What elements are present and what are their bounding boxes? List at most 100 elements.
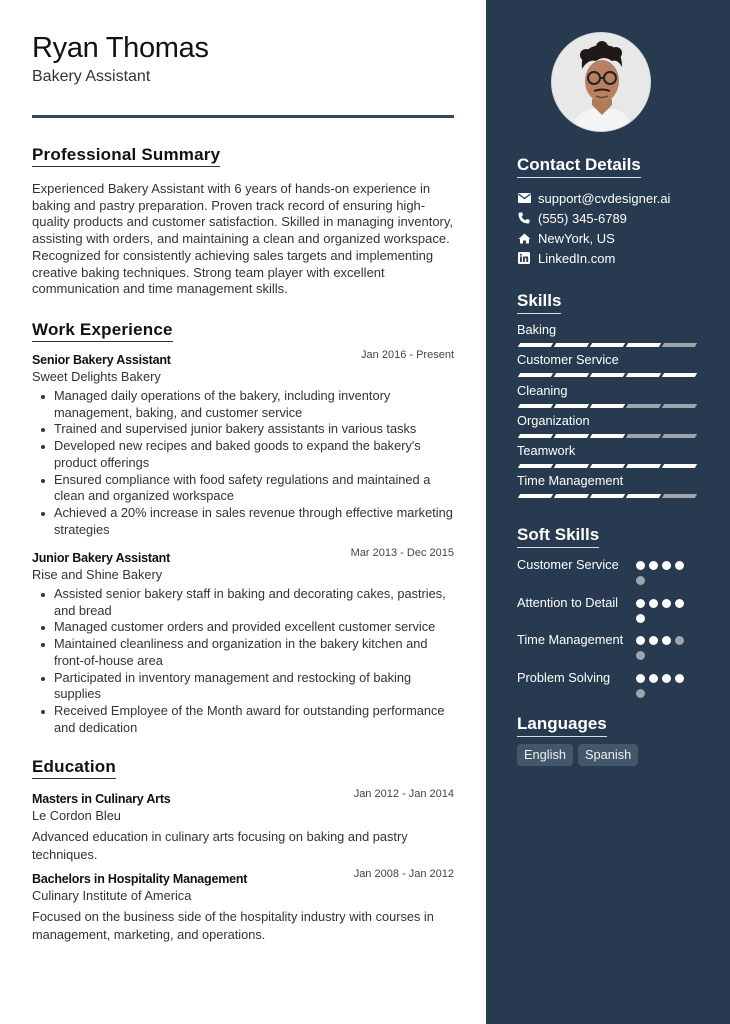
summary-text: Experienced Bakery Assistant with 6 year…: [32, 181, 454, 297]
rating-dot-empty: [636, 689, 645, 698]
soft-skill-rating: [636, 636, 692, 660]
experience-role: Senior Bakery Assistant: [32, 353, 171, 367]
skill-segment-filled: [517, 343, 554, 347]
bullet-item: Managed daily operations of the bakery, …: [41, 388, 454, 421]
experience-bullets: Assisted senior bakery staff in baking a…: [32, 586, 454, 736]
contact-phone[interactable]: (555) 345-6789: [517, 209, 627, 227]
contact-email-text: support@cvdesigner.ai: [538, 190, 671, 206]
skill-item: Cleaning: [517, 383, 699, 408]
candidate-name: Ryan Thomas: [32, 32, 209, 64]
skill-level-bar: [517, 434, 699, 438]
skill-segment-filled: [661, 373, 698, 377]
phone-icon: [517, 211, 531, 225]
bullet-item: Participated in inventory management and…: [41, 670, 454, 703]
rating-dot-filled: [662, 636, 671, 645]
skill-level-bar: [517, 343, 699, 347]
person-avatar-icon: [552, 33, 650, 131]
soft-skill-rating: [636, 674, 692, 698]
education-entry: Masters in Culinary Arts Jan 2012 - Jan …: [32, 788, 454, 864]
experience-dates: Jan 2016 - Present: [361, 349, 454, 361]
skill-label: Baking: [517, 322, 557, 337]
skill-segment-empty: [661, 404, 698, 408]
skill-level-bar: [517, 494, 699, 498]
rating-dot-filled: [636, 561, 645, 570]
education-dates: Jan 2008 - Jan 2012: [353, 868, 454, 880]
bullet-item: Received Employee of the Month award for…: [41, 703, 454, 736]
section-title-languages: Languages: [517, 714, 607, 737]
section-title-contact: Contact Details: [517, 155, 641, 178]
contact-location-text: NewYork, US: [538, 230, 615, 246]
skill-segment-filled: [589, 404, 626, 408]
rating-dot-empty: [636, 651, 645, 660]
soft-skill-label: Attention to Detail: [517, 595, 619, 610]
section-title-summary: Professional Summary: [32, 145, 221, 167]
contact-linkedin[interactable]: LinkedIn.com: [517, 249, 615, 267]
bullet-item: Achieved a 20% increase in sales revenue…: [41, 504, 453, 537]
skill-item: Customer Service: [517, 352, 699, 377]
skill-segment-filled: [589, 343, 626, 347]
education-school: Culinary Institute of America: [32, 888, 192, 903]
skill-label: Customer Service: [517, 352, 619, 367]
skill-label: Cleaning: [517, 383, 568, 398]
bullet-item: Developed new recipes and baked goods to…: [41, 438, 454, 471]
skill-level-bar: [517, 404, 699, 408]
education-dates: Jan 2012 - Jan 2014: [353, 788, 454, 800]
experience-entry: Senior Bakery Assistant Jan 2016 - Prese…: [32, 349, 454, 538]
skill-segment-filled: [553, 434, 590, 438]
language-chip: Spanish: [577, 744, 639, 766]
soft-skill-rating: [636, 561, 692, 585]
language-chip: English: [517, 744, 573, 766]
experience-company: Sweet Delights Bakery: [32, 369, 161, 384]
soft-skill-label: Customer Service: [517, 557, 619, 572]
skill-label: Time Management: [517, 473, 624, 488]
education-degree: Masters in Culinary Arts: [32, 792, 171, 806]
section-title-experience: Work Experience: [32, 320, 173, 342]
rating-dot-filled: [636, 636, 645, 645]
skill-segment-filled: [589, 373, 626, 377]
contact-phone-text: (555) 345-6789: [538, 210, 627, 226]
skill-segment-filled: [553, 494, 590, 498]
skill-segment-filled: [517, 404, 554, 408]
experience-dates: Mar 2013 - Dec 2015: [350, 547, 454, 559]
skill-segment-filled: [553, 464, 590, 468]
rating-dot-filled: [636, 599, 645, 608]
skill-segment-filled: [589, 494, 626, 498]
skill-item: Organization: [517, 413, 699, 438]
rating-dot-filled: [636, 614, 645, 623]
skill-label: Teamwork: [517, 443, 576, 458]
skill-segment-filled: [553, 373, 590, 377]
main-column: Ryan Thomas Bakery Assistant Professiona…: [0, 0, 486, 1024]
education-entry: Bachelors in Hospitality Management Jan …: [32, 868, 454, 944]
rating-dot-filled: [662, 561, 671, 570]
skill-segment-filled: [661, 464, 698, 468]
rating-dot-empty: [636, 576, 645, 585]
skill-item: Time Management: [517, 473, 699, 498]
skill-segment-empty: [661, 494, 698, 498]
rating-dot-filled: [649, 636, 658, 645]
skill-level-bar: [517, 464, 699, 468]
sidebar: [486, 0, 730, 1024]
contact-email[interactable]: support@cvdesigner.ai: [517, 189, 670, 207]
education-description: Advanced education in culinary arts focu…: [32, 829, 408, 862]
rating-dot-empty: [675, 636, 684, 645]
bullet-item: Assisted senior bakery staff in baking a…: [41, 586, 454, 619]
rating-dot-filled: [662, 674, 671, 683]
skill-segment-filled: [517, 373, 554, 377]
experience-company: Rise and Shine Bakery: [32, 567, 163, 582]
header-divider: [32, 115, 454, 118]
soft-skill-label: Problem Solving: [517, 670, 611, 685]
skill-segment-filled: [625, 464, 662, 468]
bullet-item: Managed customer orders and provided exc…: [41, 619, 454, 636]
skill-segment-filled: [625, 373, 662, 377]
soft-skill-rating: [636, 599, 692, 623]
languages-list: English Spanish: [517, 744, 639, 766]
skill-segment-filled: [517, 464, 554, 468]
skill-segment-empty: [625, 404, 662, 408]
skill-item: Teamwork: [517, 443, 699, 468]
rating-dot-filled: [675, 674, 684, 683]
linkedin-icon: [517, 251, 531, 265]
skill-segment-empty: [661, 434, 698, 438]
skill-segment-filled: [517, 494, 554, 498]
skill-item: Baking: [517, 322, 699, 347]
bullet-item: Trained and supervised junior bakery ass…: [41, 421, 454, 438]
